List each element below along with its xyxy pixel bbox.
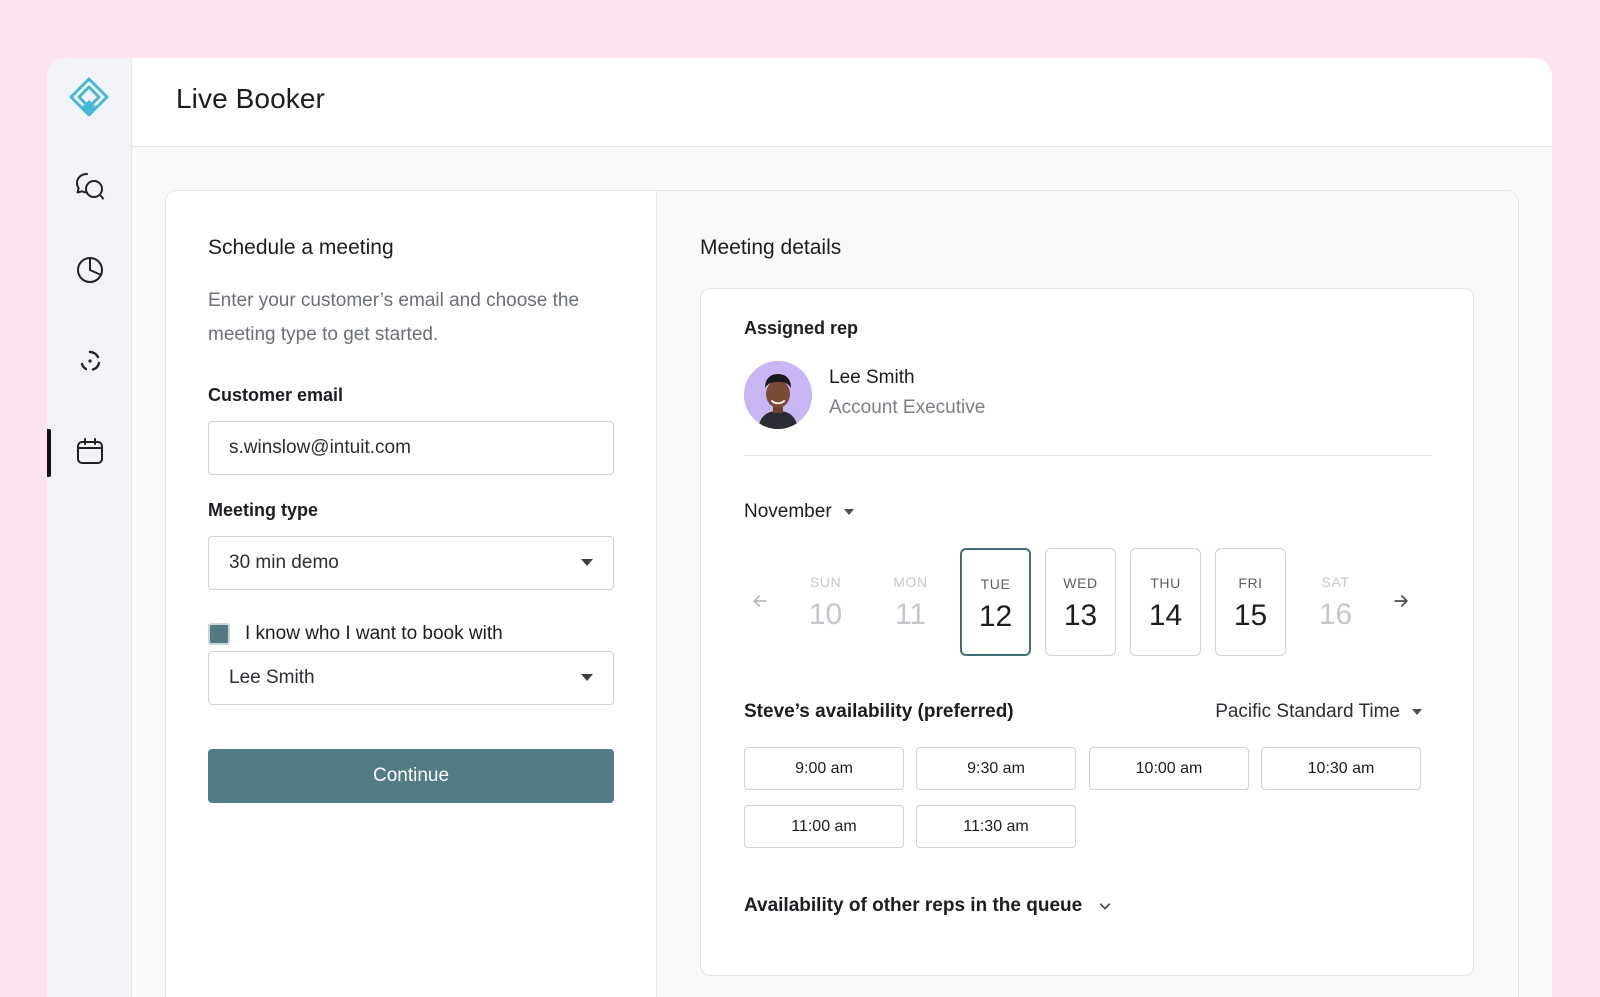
day-name: SUN [809, 574, 842, 590]
details-panel: Meeting details Assigned rep Lee Smith A… [657, 191, 1518, 997]
email-label: Customer email [208, 385, 344, 405]
main-content: Schedule a meeting Enter your customer’s… [132, 147, 1552, 997]
divider [744, 455, 1432, 456]
chevron-down-icon [581, 559, 593, 566]
app-window: Live Booker Schedule a meeting Enter you… [47, 58, 1552, 997]
meeting-type-value: 30 min demo [229, 552, 339, 573]
next-week-button[interactable] [1389, 589, 1413, 613]
month-label: November [744, 501, 832, 522]
availability-label: Steve’s availability (preferred) [744, 701, 1014, 722]
rep-title: Account Executive [829, 397, 986, 418]
chat-bubbles-icon [74, 170, 106, 207]
day-date: 14 [1148, 599, 1183, 632]
prev-week-button[interactable] [748, 589, 772, 613]
book-with-checkbox[interactable] [208, 623, 230, 645]
day-date: 16 [1318, 598, 1353, 631]
calendar-icon [74, 435, 106, 472]
arrow-left-icon [753, 595, 767, 607]
time-slot[interactable]: 9:00 am [744, 747, 904, 790]
nav-analytics[interactable] [47, 246, 132, 298]
booking-card: Schedule a meeting Enter your customer’s… [165, 190, 1519, 997]
schedule-description: Enter your customer’s email and choose t… [208, 290, 580, 345]
day-date: 12 [978, 600, 1013, 633]
time-slot[interactable]: 10:30 am [1261, 747, 1421, 790]
schedule-title: Schedule a meeting [208, 236, 394, 259]
rep-name: Lee Smith [829, 367, 915, 388]
time-slot[interactable]: 9:30 am [916, 747, 1076, 790]
day-mon: MON 11 [875, 548, 946, 656]
email-field[interactable]: s.winslow@intuit.com [208, 421, 614, 475]
loading-dots-icon [74, 345, 106, 382]
arrow-right-icon [1394, 595, 1408, 607]
day-date: 15 [1233, 599, 1268, 632]
nav-activity[interactable] [47, 337, 132, 389]
page-title: Live Booker [176, 83, 325, 114]
time-slot[interactable]: 11:30 am [916, 805, 1076, 848]
month-select[interactable]: November [744, 501, 854, 523]
timezone-value: Pacific Standard Time [1215, 701, 1400, 722]
top-bar: Live Booker [132, 58, 1552, 147]
details-card: Assigned rep Lee Smith Account Executive [700, 288, 1474, 976]
day-name: FRI [1238, 575, 1263, 591]
avatar [744, 361, 812, 429]
day-wed[interactable]: WED 13 [1045, 548, 1116, 656]
rep-select[interactable]: Lee Smith [208, 651, 614, 705]
schedule-panel: Schedule a meeting Enter your customer’s… [166, 191, 657, 997]
nav-conversations[interactable] [47, 162, 132, 214]
assigned-rep-label: Assigned rep [744, 318, 859, 338]
chevron-down-icon [581, 674, 593, 681]
day-sat: SAT 16 [1300, 548, 1371, 656]
chevron-down-icon [1412, 709, 1422, 715]
day-date: 13 [1063, 599, 1098, 632]
day-sun: SUN 10 [790, 548, 861, 656]
day-name: TUE [980, 576, 1011, 592]
continue-button[interactable]: Continue [208, 749, 614, 803]
diamond-logo-icon[interactable] [67, 76, 111, 120]
other-reps-toggle[interactable]: Availability of other reps in the queue [744, 895, 1112, 917]
chevron-down-icon [1099, 903, 1111, 910]
timezone-select[interactable]: Pacific Standard Time [1215, 701, 1422, 723]
day-fri[interactable]: FRI 15 [1215, 548, 1286, 656]
nav-calendar[interactable] [47, 427, 132, 479]
day-name: SAT [1321, 574, 1350, 590]
sidebar-rail [47, 58, 132, 997]
rep-select-value: Lee Smith [229, 667, 315, 688]
day-name: MON [893, 574, 928, 590]
email-value: s.winslow@intuit.com [229, 437, 411, 458]
time-slot[interactable]: 11:00 am [744, 805, 904, 848]
chevron-down-icon [843, 509, 854, 515]
meeting-type-select[interactable]: 30 min demo [208, 536, 614, 590]
book-with-label: I know who I want to book with [245, 623, 503, 644]
details-title: Meeting details [700, 236, 842, 259]
day-thu[interactable]: THU 14 [1130, 548, 1201, 656]
pie-chart-icon [74, 254, 106, 291]
day-date: 10 [808, 598, 843, 631]
day-name: THU [1150, 575, 1181, 591]
day-date: 11 [894, 598, 927, 631]
other-reps-label: Availability of other reps in the queue [744, 895, 1083, 916]
meeting-type-label: Meeting type [208, 500, 319, 520]
time-slot[interactable]: 10:00 am [1089, 747, 1249, 790]
day-name: WED [1063, 575, 1098, 591]
day-tue[interactable]: TUE 12 [960, 548, 1031, 656]
